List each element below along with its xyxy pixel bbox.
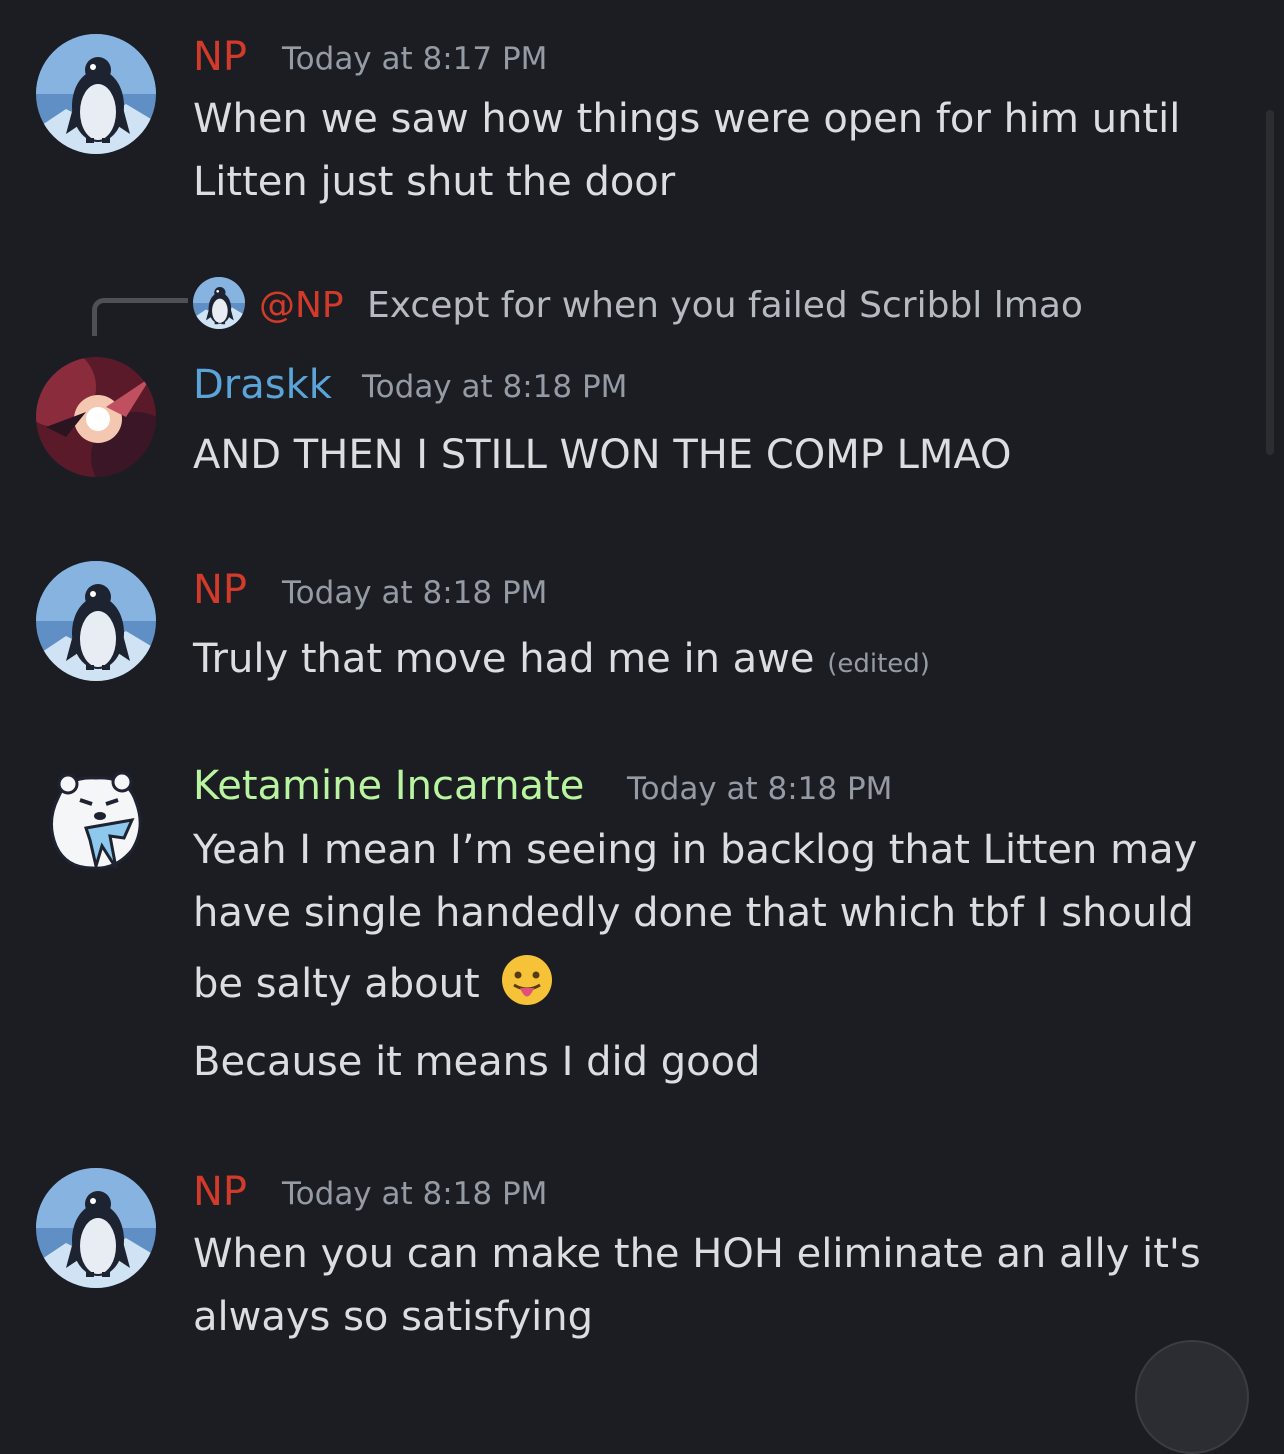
penguin-avatar-icon	[36, 34, 156, 154]
draskk-avatar[interactable]	[36, 357, 156, 477]
author-name[interactable]: Ketamine Incarnate	[193, 766, 584, 806]
message-line: Yeah I mean I’m seeing in backlog that L…	[193, 827, 1198, 873]
np-avatar[interactable]	[36, 1168, 156, 1288]
message-timestamp: Today at 8:18 PM	[282, 1176, 548, 1212]
explosion-art-avatar-icon	[36, 357, 156, 477]
reply-avatar[interactable]	[193, 277, 245, 329]
message-text: Truly that move had me in awe	[193, 636, 815, 682]
np-avatar[interactable]	[36, 34, 156, 154]
penguin-avatar-icon	[36, 1168, 156, 1288]
np-avatar[interactable]	[36, 561, 156, 681]
message-text: be salty about	[193, 961, 480, 1007]
reply-preview-text[interactable]: Except for when you failed Scribbl lmao	[367, 285, 1083, 326]
scrollbar[interactable]	[1266, 110, 1274, 455]
message-line: AND THEN I STILL WON THE COMP LMAO	[193, 432, 1012, 478]
message-timestamp: Today at 8:18 PM	[282, 575, 548, 611]
ketamine-avatar[interactable]	[36, 758, 156, 878]
jump-to-present-button[interactable]	[1135, 1340, 1249, 1454]
message-line: Because it means I did good	[193, 1039, 761, 1085]
message-timestamp: Today at 8:18 PM	[362, 369, 628, 405]
penguin-avatar-icon	[36, 561, 156, 681]
message-line: have single handedly done that which tbf…	[193, 890, 1194, 936]
author-name[interactable]: NP	[193, 570, 247, 610]
message-line: When you can make the HOH eliminate an a…	[193, 1231, 1201, 1277]
author-name[interactable]: Draskk	[193, 365, 332, 405]
reply-spine	[92, 298, 188, 336]
polar-bear-avatar-icon	[36, 758, 156, 878]
author-name[interactable]: NP	[193, 37, 247, 77]
message-timestamp: Today at 8:17 PM	[282, 41, 548, 77]
message-timestamp: Today at 8:18 PM	[627, 771, 893, 807]
reply-mention[interactable]: @NP	[259, 285, 344, 326]
message-line: Truly that move had me in awe (edited)	[193, 628, 930, 696]
message-line: be salty about	[193, 953, 554, 1016]
author-name[interactable]: NP	[193, 1172, 247, 1212]
penguin-avatar-icon	[193, 277, 245, 329]
edited-label: (edited)	[827, 649, 930, 679]
message-line: always so satisfying	[193, 1294, 593, 1340]
message-line: When we saw how things were open for him…	[193, 96, 1181, 142]
message-line: Litten just shut the door	[193, 159, 676, 205]
tongue-out-emoji-icon[interactable]	[500, 953, 554, 1007]
